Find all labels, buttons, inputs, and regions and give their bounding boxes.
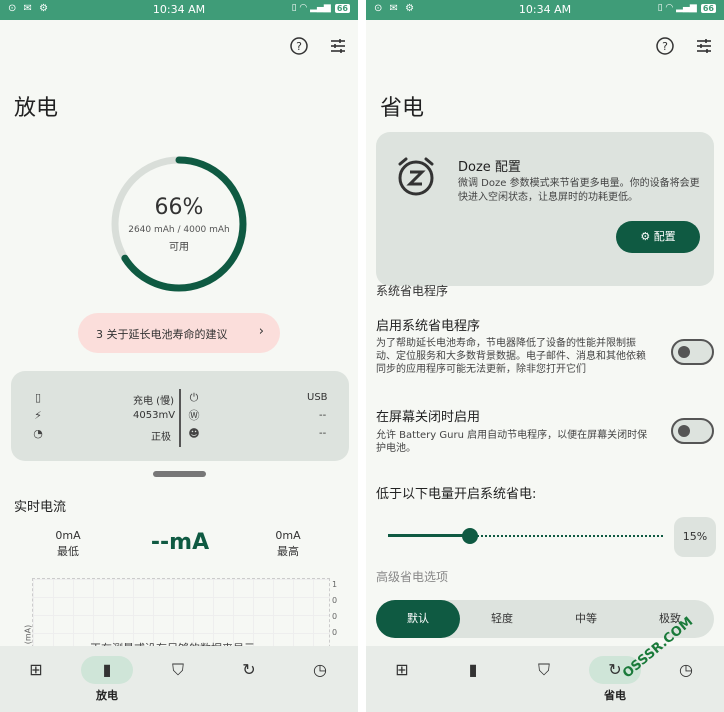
max-current-value: 0mA [275, 529, 301, 542]
threshold-slider-fill [388, 534, 470, 537]
status-bar: ⊙ ✉ ⚙ 10:34 AM ▯ ◠ ▂▄▆ 66 [366, 0, 724, 20]
nav-discharge[interactable]: ▮ [81, 656, 133, 684]
signal-icons: ▯ ◠ ▂▄▆ [657, 3, 697, 13]
svg-text:?: ? [296, 40, 302, 53]
bottom-nav: ⊞ ▮ 放电 ⛉ ↻ ◷ [0, 646, 358, 712]
toggle-knob [678, 346, 690, 358]
system-icons: ▯ ◠ ▂▄▆ 66 [292, 3, 350, 13]
chart-tick: 0 [332, 596, 338, 605]
health-icon: ◔ [33, 427, 43, 440]
shield-icon: ⛉ [171, 660, 184, 679]
wattage-value: -- [319, 410, 327, 421]
history-icon: ◷ [679, 660, 693, 679]
threshold-slider-thumb[interactable] [462, 528, 478, 544]
wattage-icon: Ⓦ [188, 409, 200, 422]
info-divider [179, 389, 181, 447]
nav-cycle[interactable]: ↻ [223, 656, 275, 684]
help-icon[interactable]: ? [654, 36, 676, 58]
chart-tick: 1 [332, 580, 338, 589]
svg-text:?: ? [662, 40, 668, 53]
mode-medium[interactable]: 中等 [544, 600, 628, 638]
charge-state-value: 充电 (慢) [133, 396, 174, 407]
nav-history[interactable]: ◷ [660, 656, 712, 684]
help-icon[interactable]: ? [288, 36, 310, 58]
current-reading: --mA [150, 530, 210, 555]
mode-light[interactable]: 轻度 [460, 600, 544, 638]
plug-type-value: USB [307, 392, 328, 403]
nav-saver[interactable]: ⛉ [518, 656, 570, 684]
system-saver-section: 系统省电程序 [376, 284, 449, 298]
temperature-icon: ☻ [188, 427, 200, 440]
max-current-label: 最高 [277, 545, 299, 558]
battery-level-badge: 66 [700, 3, 716, 13]
min-current-label: 最低 [57, 545, 79, 558]
history-icon: ◷ [313, 660, 327, 679]
nav-charge[interactable]: ⊞ [376, 656, 428, 684]
battery-icon: ▮ [102, 660, 112, 679]
gear-icon: ⚙ [640, 230, 651, 243]
settings-sliders-icon[interactable] [693, 36, 715, 58]
enable-saver-description: 为了帮助延长电池寿命，节电器降低了设备的性能并限制振动、定位服务和大多数背景数据… [376, 338, 646, 375]
signal-icons: ▯ ◠ ▂▄▆ [291, 3, 331, 13]
settings-sliders-icon[interactable] [327, 36, 349, 58]
battery-ring: 66% 2640 mAh / 4000 mAh 可用 [109, 154, 249, 294]
system-icons: ▯ ◠ ▂▄▆ 66 [658, 3, 716, 13]
battery-charging-icon: ▯ [34, 391, 42, 404]
chart-tick: 0 [332, 628, 338, 637]
battery-level-badge: 66 [334, 3, 350, 13]
page-title: 省电 [380, 96, 425, 121]
bottom-nav: ⊞ ▮ ⛉ ↻ 省电 ◷ [366, 646, 724, 712]
doze-card: Doze 配置 微调 Doze 参数模式来节省更多电量。你的设备将会更快进入空闲… [376, 132, 714, 286]
battery-charging-icon: ⊞ [395, 660, 409, 679]
battery-charging-icon: ⊞ [29, 660, 43, 679]
bolt-icon: ⚡ [34, 409, 42, 422]
drag-handle[interactable] [153, 471, 206, 477]
battery-icon: ▮ [468, 660, 478, 679]
enable-saver-toggle[interactable] [671, 339, 714, 365]
voltage-value: 4053mV [133, 410, 176, 421]
nav-saver-label: 省电 [604, 689, 626, 702]
advanced-options-label: 高级省电选项 [376, 570, 449, 584]
realtime-current-title: 实时电流 [14, 500, 67, 515]
nav-charge[interactable]: ⊞ [10, 656, 62, 684]
battery-capacity: 2640 mAh / 4000 mAh [128, 225, 230, 235]
mode-default[interactable]: 默认 [376, 600, 460, 638]
status-bar: ⊙ ✉ ⚙ 10:34 AM ▯ ◠ ▂▄▆ 66 [0, 0, 358, 20]
temperature-value: -- [319, 428, 327, 439]
battery-saver-screen: ⊙ ✉ ⚙ 10:34 AM ▯ ◠ ▂▄▆ 66 ? 省电 Doze 配置 微… [366, 0, 724, 712]
chart-tick: 0 [332, 612, 338, 621]
page-title: 放电 [14, 96, 59, 121]
battery-tips-button[interactable]: 3 关于延长电池寿命的建议 › [78, 313, 280, 353]
doze-config-button[interactable]: ⚙ 配置 [616, 221, 700, 253]
alarm-clock-icon [398, 157, 434, 196]
cycle-icon: ↻ [242, 660, 256, 679]
config-button-label: 配置 [653, 230, 676, 243]
nav-discharge-label: 放电 [96, 689, 118, 702]
shield-icon: ⛉ [537, 660, 550, 679]
battery-percent: 66% [154, 195, 204, 220]
threshold-value: 15% [674, 517, 716, 557]
battery-available-label: 可用 [169, 242, 189, 253]
threshold-label: 低于以下电量开启系统省电: [376, 487, 537, 502]
min-current-value: 0mA [55, 529, 81, 542]
enable-saver-title: 启用系统省电程序 [376, 319, 481, 334]
screen-off-toggle[interactable] [671, 418, 714, 444]
tips-label: 3 关于延长电池寿命的建议 [96, 328, 228, 341]
battery-ring-graphic [111, 156, 247, 292]
health-value: 正极 [151, 432, 171, 443]
discharge-screen: ⊙ ✉ ⚙ 10:34 AM ▯ ◠ ▂▄▆ 66 ? 放电 66% 2640 … [0, 0, 358, 712]
battery-info-card: ▯ ⚡ ◔ 充电 (慢) 4053mV 正极 ⏻ Ⓦ ☻ USB -- -- [11, 371, 349, 461]
doze-title: Doze 配置 [458, 160, 521, 175]
nav-discharge[interactable]: ▮ [447, 656, 499, 684]
nav-history[interactable]: ◷ [294, 656, 346, 684]
toggle-knob [678, 425, 690, 437]
plug-icon: ⏻ [189, 391, 199, 404]
screen-off-title: 在屏幕关闭时启用 [376, 410, 481, 425]
nav-saver[interactable]: ⛉ [152, 656, 204, 684]
doze-description: 微调 Doze 参数模式来节省更多电量。你的设备将会更快进入空闲状态，让息屏时的… [458, 178, 700, 203]
chevron-right-icon: › [258, 324, 264, 339]
screen-off-description: 允许 Battery Guru 启用自动节电程序，以便在屏幕关闭时保护电池。 [376, 430, 648, 454]
chart-ylabel: (mA) [23, 624, 33, 645]
